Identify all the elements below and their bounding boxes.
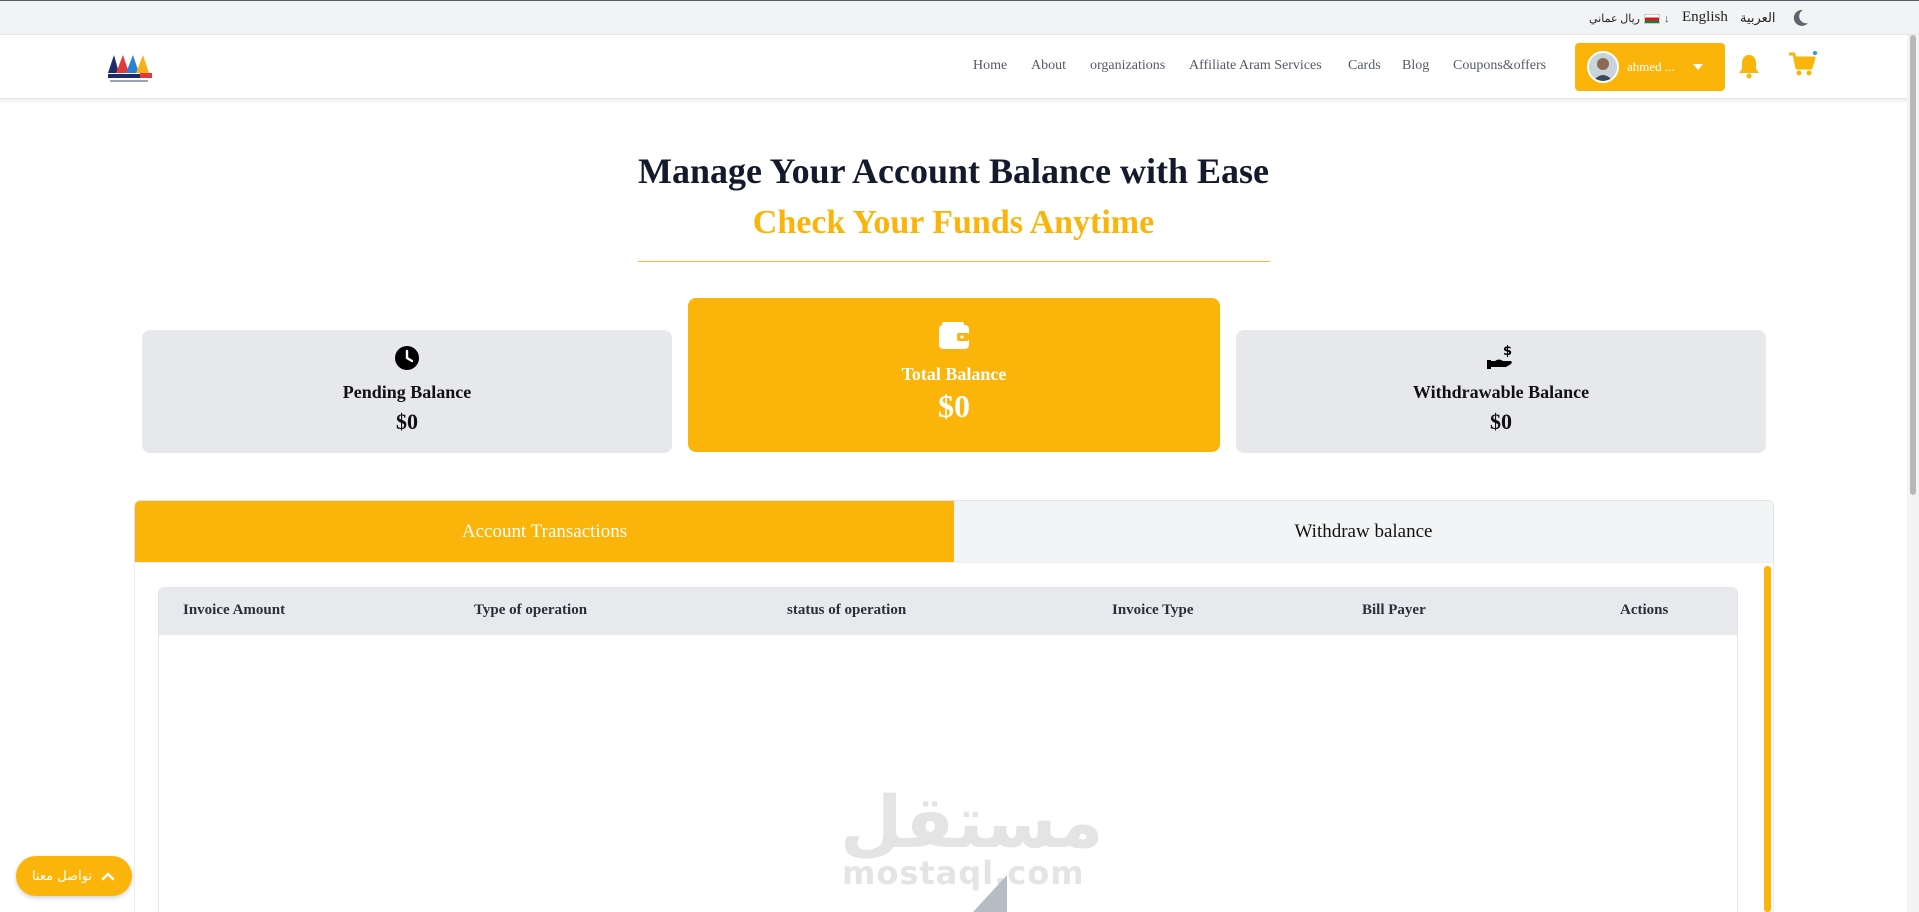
nav-affiliate-aram-services[interactable]: Affiliate Aram Services bbox=[1189, 58, 1322, 74]
column-invoice-type: Invoice Type bbox=[1112, 602, 1194, 618]
page-title: Manage Your Account Balance with Ease bbox=[637, 151, 1269, 191]
column-bill-payer: Bill Payer bbox=[1362, 602, 1426, 618]
language-english[interactable]: English bbox=[1682, 9, 1728, 26]
chevron-up-icon bbox=[101, 872, 115, 881]
column-invoice-amount: Invoice Amount bbox=[183, 602, 286, 618]
user-name: ahmed ... bbox=[1627, 59, 1675, 74]
page-scrollbar[interactable] bbox=[1907, 35, 1919, 912]
language-arabic[interactable]: العربية bbox=[1740, 10, 1776, 26]
title-divider bbox=[638, 261, 1270, 262]
withdrawable-balance-value: $0 bbox=[1490, 409, 1512, 434]
total-balance-card: Total Balance $0 bbox=[688, 298, 1220, 452]
total-balance-value: $0 bbox=[938, 388, 970, 424]
user-avatar bbox=[1587, 51, 1619, 83]
column-status-of-operation: status of operation bbox=[787, 602, 907, 618]
main-header: Home About organizations Affiliate Aram … bbox=[0, 35, 1919, 99]
total-balance-label: Total Balance bbox=[901, 364, 1007, 384]
pending-balance-label: Pending Balance bbox=[342, 382, 472, 402]
shopping-cart-icon[interactable] bbox=[1788, 51, 1818, 79]
watermark-arabic: مستقل bbox=[840, 780, 1104, 864]
dark-mode-moon-icon[interactable] bbox=[1790, 8, 1810, 28]
nav-home[interactable]: Home bbox=[973, 58, 1007, 74]
pending-balance-card: Pending Balance $0 bbox=[142, 330, 672, 453]
caret-down-icon bbox=[1692, 64, 1703, 70]
nav-organizations[interactable]: organizations bbox=[1090, 58, 1165, 74]
currency-selector[interactable]: ريال عماني ↓ bbox=[1589, 12, 1670, 26]
contact-us-button[interactable]: تواصل معنا bbox=[16, 856, 132, 896]
top-utility-bar: ريال عماني ↓ English العربية bbox=[0, 0, 1919, 35]
page-subtitle: Check Your Funds Anytime bbox=[752, 204, 1155, 241]
nav-blog[interactable]: Blog bbox=[1402, 58, 1429, 74]
user-avatar-icon bbox=[1589, 53, 1617, 81]
user-menu-button[interactable]: ahmed ... bbox=[1575, 43, 1725, 91]
watermark-corner-shape bbox=[973, 875, 1007, 912]
hand-money-icon: $ bbox=[1487, 344, 1512, 369]
tab-account-transactions[interactable]: Account Transactions bbox=[135, 501, 954, 562]
withdrawable-balance-label: Withdrawable Balance bbox=[1412, 382, 1590, 402]
pending-balance-value: $0 bbox=[396, 409, 418, 434]
watermark-latin: mostaql.com bbox=[842, 854, 1085, 892]
column-type-of-operation: Type of operation bbox=[474, 602, 588, 618]
nav-coupons-offers[interactable]: Coupons&offers bbox=[1453, 58, 1546, 74]
oman-flag-icon bbox=[1643, 13, 1660, 24]
balance-tabs: Account Transactions Withdraw balance bbox=[134, 500, 1774, 562]
arrow-down-icon: ↓ bbox=[1663, 12, 1670, 25]
clock-icon bbox=[395, 346, 419, 370]
withdrawable-balance-card: $ Withdrawable Balance $0 bbox=[1236, 330, 1766, 453]
svg-text:$: $ bbox=[1503, 344, 1512, 359]
column-actions: Actions bbox=[1620, 602, 1669, 618]
currency-label: ريال عماني bbox=[1589, 13, 1640, 25]
panel-scrollbar[interactable] bbox=[1764, 566, 1771, 912]
nav-cards[interactable]: Cards bbox=[1348, 58, 1381, 74]
tab-withdraw-balance[interactable]: Withdraw balance bbox=[954, 501, 1773, 562]
aram-logo[interactable] bbox=[106, 49, 154, 85]
page-scrollbar-thumb[interactable] bbox=[1910, 35, 1916, 495]
notification-bell-icon[interactable] bbox=[1738, 53, 1760, 79]
wallet-icon bbox=[939, 322, 969, 349]
table-header-row: Invoice Amount Type of operation status … bbox=[159, 588, 1737, 635]
contact-us-label: تواصل معنا bbox=[31, 868, 93, 884]
nav-about[interactable]: About bbox=[1031, 58, 1066, 74]
